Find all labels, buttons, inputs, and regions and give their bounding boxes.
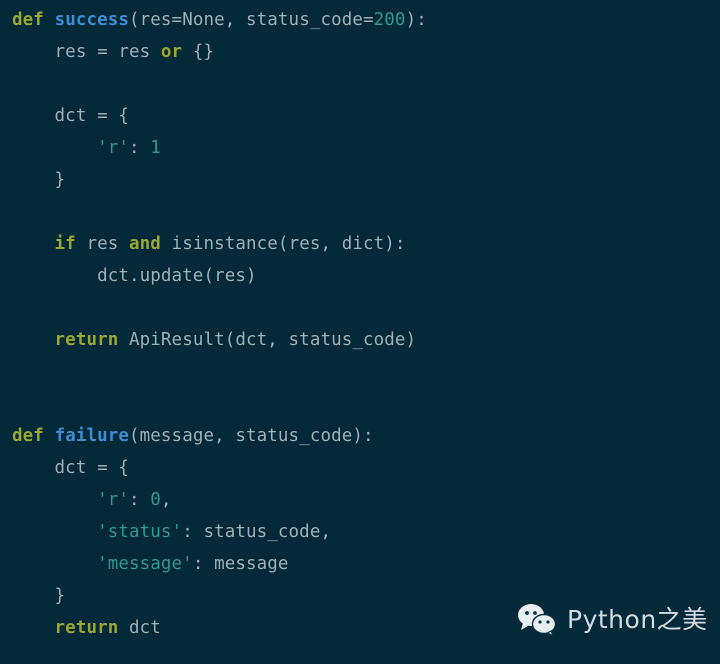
code-line: 'message': message: [12, 548, 720, 580]
code-line: def success(res=None, status_code=200):: [12, 4, 720, 36]
code-token-plain: ):: [405, 10, 427, 30]
code-token-plain: :: [129, 490, 151, 510]
code-token-str: 'r': [97, 138, 130, 158]
code-token-plain: dct = {: [12, 106, 129, 126]
code-token-fn: failure: [54, 426, 130, 446]
code-token-plain: dct.update(res): [12, 266, 257, 286]
code-token-plain: dct: [118, 618, 161, 638]
code-token-str: 'message': [97, 554, 193, 574]
code-token-plain: : status_code,: [182, 522, 332, 542]
code-token-plain: ,: [160, 490, 172, 510]
code-token-str: 'status': [97, 522, 183, 542]
code-token-plain: :: [129, 138, 151, 158]
code-line: if res and isinstance(res, dict):: [12, 228, 720, 260]
code-token-num: 1: [150, 138, 161, 158]
code-token-kw: if: [54, 234, 76, 254]
code-line: res = res or {}: [12, 36, 720, 68]
code-token-kw: def: [12, 10, 44, 30]
watermark-label: Python之美: [567, 604, 708, 634]
code-token-plain: ApiResult(dct, status_code): [118, 330, 417, 350]
code-line: return ApiResult(dct, status_code): [12, 324, 720, 356]
code-line: 'status': status_code,: [12, 516, 720, 548]
code-token-fn: success: [54, 10, 130, 30]
code-line: dct = {: [12, 452, 720, 484]
code-line: }: [12, 164, 720, 196]
code-token-kw: def: [12, 426, 44, 446]
code-token-plain: res: [75, 234, 130, 254]
code-token-num: 0: [150, 490, 161, 510]
code-screenshot: def success(res=None, status_code=200): …: [0, 0, 720, 664]
code-token-plain: (res=None, status_code=: [129, 10, 374, 30]
source-code-block: def success(res=None, status_code=200): …: [12, 4, 720, 664]
code-line: 'r': 0,: [12, 484, 720, 516]
code-token-plain: isinstance(res, dict):: [160, 234, 406, 254]
code-token-kw: return: [54, 330, 119, 350]
code-token-plain: }: [12, 586, 66, 606]
watermark: Python之美: [516, 602, 708, 636]
code-token-kw: return: [54, 618, 119, 638]
code-token-plain: }: [12, 170, 66, 190]
code-token-plain: dct = {: [12, 458, 129, 478]
code-token-plain: (message, status_code):: [129, 426, 374, 446]
code-line: 'r': 1: [12, 132, 720, 164]
wechat-icon: [518, 604, 557, 636]
code-token-plain: {}: [182, 42, 215, 62]
code-line: dct = {: [12, 100, 720, 132]
code-token-plain: res = res: [12, 42, 161, 62]
code-line: def failure(message, status_code):: [12, 420, 720, 452]
code-token-num: 200: [373, 10, 406, 30]
code-token-str: 'r': [97, 490, 130, 510]
code-token-plain: : message: [192, 554, 289, 574]
code-line: dct.update(res): [12, 260, 720, 292]
code-token-kw: and: [129, 234, 161, 254]
code-token-kw: or: [160, 42, 183, 62]
